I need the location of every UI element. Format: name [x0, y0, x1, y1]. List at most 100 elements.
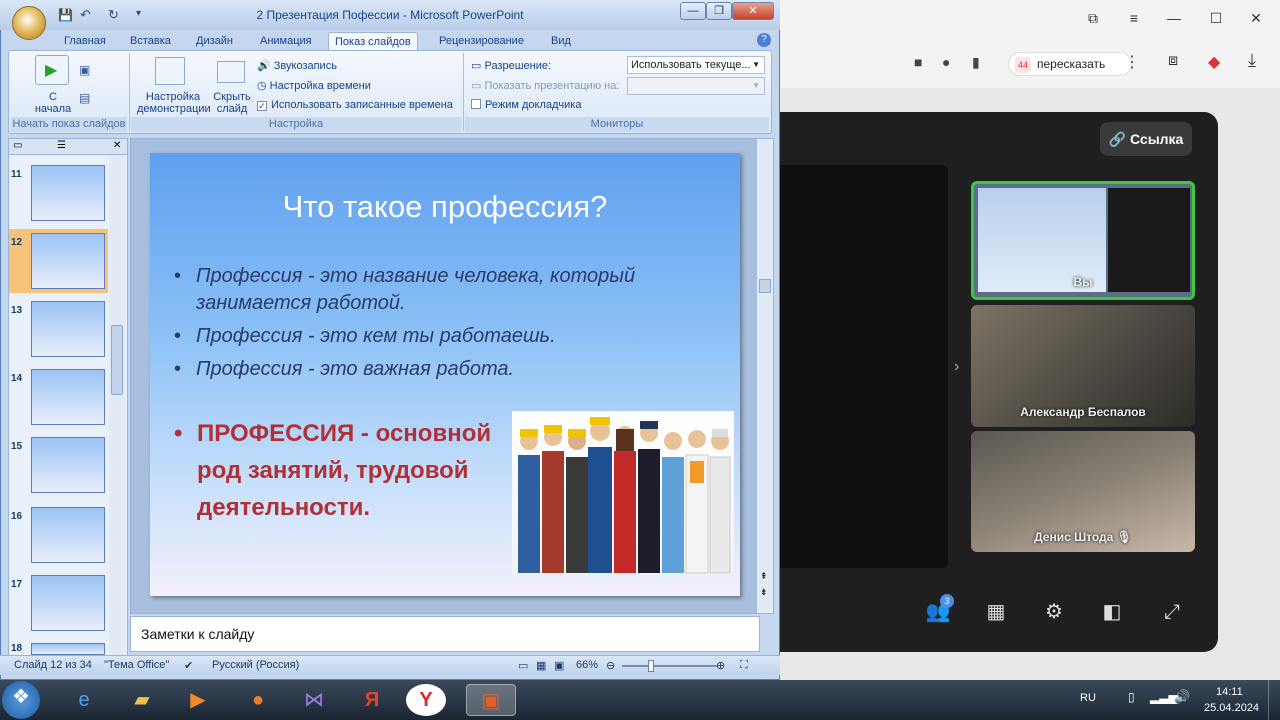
rehearse-timings-button[interactable]: ◷ Настройка времени	[257, 79, 371, 92]
browser-toolbar: ■ ● ▮ 44 пересказать ⋮ ⧈ ◆ ⤓	[780, 40, 1280, 88]
menu-icon[interactable]: ≡	[1124, 8, 1144, 28]
close-pane-icon[interactable]: ✕	[113, 140, 121, 151]
device-icon[interactable]: ▯	[1128, 690, 1135, 704]
tab-review[interactable]: Рецензирование	[433, 32, 530, 50]
record-narration-button[interactable]: 🔊 Звукозапись	[257, 59, 337, 72]
slide-thumbnail[interactable]	[31, 507, 105, 563]
resolution-select[interactable]: Использовать текуще... ▼	[627, 56, 765, 74]
yandex-icon[interactable]: Я	[350, 684, 394, 716]
hide-slide-icon	[217, 61, 245, 83]
slide-thumbnail[interactable]	[31, 301, 105, 357]
slideshow-view-icon[interactable]: ▣	[554, 659, 564, 672]
presenter-view-label: Режим докладчика	[485, 99, 582, 111]
notes-field[interactable]: Заметки к слайду	[130, 616, 760, 652]
setup-show-button[interactable]: Настройка демонстрации	[137, 91, 211, 115]
chevron-right-icon[interactable]: ›	[954, 358, 959, 376]
collections-icon[interactable]: ⧈	[1168, 52, 1178, 70]
slide-thumbnail-selected[interactable]	[31, 233, 105, 289]
video-tile-participant[interactable]: Александр Беспалов	[971, 305, 1195, 427]
zoom-slider[interactable]	[622, 660, 718, 672]
gear-icon[interactable]: ⚙	[1040, 598, 1068, 626]
tab-home[interactable]: Главная	[58, 32, 112, 50]
editor-scrollbar[interactable]: ⇞ ⇟	[757, 139, 773, 613]
normal-view-icon[interactable]: ▭	[518, 659, 528, 672]
help-icon[interactable]: ?	[757, 33, 771, 47]
zoom-slider-handle[interactable]	[648, 660, 654, 672]
ppt-minimize-icon[interactable]: —	[680, 2, 706, 20]
show-on-text: Показать презентацию на:	[484, 80, 620, 92]
use-timings-checkbox[interactable]: ✓ Использовать записанные времена	[257, 99, 453, 111]
slide-thumbnail[interactable]	[31, 575, 105, 631]
firefox-icon[interactable]: ●	[236, 684, 280, 716]
ppt-window-title: 2 Презентация Пофессии - Microsoft Power…	[256, 8, 524, 22]
tab-insert[interactable]: Вставка	[124, 32, 177, 50]
presenter-view-checkbox[interactable]: Режим докладчика	[471, 99, 581, 111]
show-desktop-button[interactable]	[1268, 680, 1280, 720]
spellcheck-icon[interactable]: ✔	[184, 659, 193, 672]
slides-tab-icon[interactable]: ▭	[13, 140, 22, 151]
scrollbar-thumb[interactable]	[111, 325, 123, 395]
hide-slide-button[interactable]: Скрыть слайд	[211, 91, 253, 115]
clock-date[interactable]: 25.04.2024	[1204, 702, 1259, 714]
language-label[interactable]: Русский (Россия)	[212, 659, 299, 671]
minimize-icon[interactable]: —	[1164, 8, 1184, 28]
video-tile-self[interactable]: Вы	[971, 181, 1195, 300]
mic-icon[interactable]: ●	[942, 54, 950, 70]
explorer-icon[interactable]: ▰	[120, 684, 164, 716]
from-start-button[interactable]: С начала	[33, 91, 73, 115]
scrollbar-thumb[interactable]	[759, 279, 771, 293]
clock-time[interactable]: 14:11	[1216, 686, 1243, 698]
layout-icon[interactable]: ◧	[1098, 598, 1126, 626]
maximize-icon[interactable]: ☐	[1206, 8, 1226, 28]
next-slide-icon[interactable]: ⇟	[760, 587, 768, 598]
divider	[129, 53, 130, 131]
zoom-out-icon[interactable]: ⊖	[606, 659, 615, 672]
powerpoint-taskbar-icon[interactable]: ▣	[466, 684, 516, 716]
bookmark-icon[interactable]: ▮	[972, 54, 980, 71]
yandex-browser-icon[interactable]: Y	[406, 684, 446, 716]
tile-name-text: Денис Штода	[1034, 530, 1114, 544]
extension-icon[interactable]: ◆	[1208, 52, 1220, 72]
thumb-number: 12	[11, 237, 23, 248]
media-player-icon[interactable]: ▶	[176, 684, 220, 716]
link-button[interactable]: 🔗 Ссылка	[1100, 122, 1192, 156]
tab-animation[interactable]: Анимация	[254, 32, 318, 50]
start-button[interactable]: ❖	[2, 681, 40, 719]
prev-slide-icon[interactable]: ⇞	[760, 571, 768, 582]
show-on-select[interactable]: ▼	[627, 77, 765, 95]
slide-thumbnail[interactable]	[31, 165, 105, 221]
participants-icon[interactable]: 👥 3	[924, 594, 954, 626]
slide-thumbnail[interactable]	[31, 437, 105, 493]
visual-studio-icon[interactable]: ⋈	[292, 684, 336, 716]
close-icon[interactable]: ✕	[1246, 8, 1266, 28]
fit-window-icon[interactable]: ⛶	[740, 659, 748, 672]
more-icon[interactable]: ⋮	[1124, 52, 1140, 72]
grid-icon[interactable]: ▦	[982, 598, 1010, 626]
custom-show-icon[interactable]: ▤	[79, 91, 90, 105]
translate-button[interactable]: 44 пересказать	[1008, 52, 1132, 76]
from-current-icon[interactable]: ▣	[79, 63, 90, 77]
tab-design[interactable]: Дизайн	[190, 32, 239, 50]
slide-thumbnail[interactable]	[31, 369, 105, 425]
slide[interactable]: Что такое профессия? Профессия - это наз…	[150, 153, 740, 596]
sorter-view-icon[interactable]: ▦	[536, 659, 546, 672]
volume-icon[interactable]: 🔊	[1174, 689, 1190, 705]
zoom-in-icon[interactable]: ⊕	[716, 659, 725, 672]
pane-scrollbar[interactable]	[109, 155, 125, 655]
ppt-close-icon[interactable]: ✕	[732, 2, 774, 20]
language-indicator[interactable]: RU	[1080, 692, 1096, 704]
tab-slideshow[interactable]: Показ слайдов	[328, 32, 418, 50]
ppt-restore-icon[interactable]: ❐	[706, 2, 732, 20]
download-icon[interactable]: ⤓	[1248, 50, 1256, 71]
tab-view[interactable]: Вид	[545, 32, 577, 50]
tab-view-icon[interactable]: ⧉	[1083, 8, 1103, 28]
slide-thumbnail[interactable]	[31, 643, 105, 655]
ie-icon[interactable]: e	[62, 684, 106, 716]
camera-icon[interactable]: ■	[914, 54, 922, 70]
video-tile-participant[interactable]: Денис Штода 🎙	[971, 431, 1195, 552]
zoom-level[interactable]: 66%	[576, 659, 598, 671]
outline-tab-icon[interactable]: ☰	[57, 140, 66, 151]
link-icon: 🔗	[1108, 131, 1127, 147]
slide-bullet: Профессия - это название человека, котор…	[174, 263, 676, 317]
fullscreen-icon[interactable]: ⤢	[1158, 598, 1186, 626]
